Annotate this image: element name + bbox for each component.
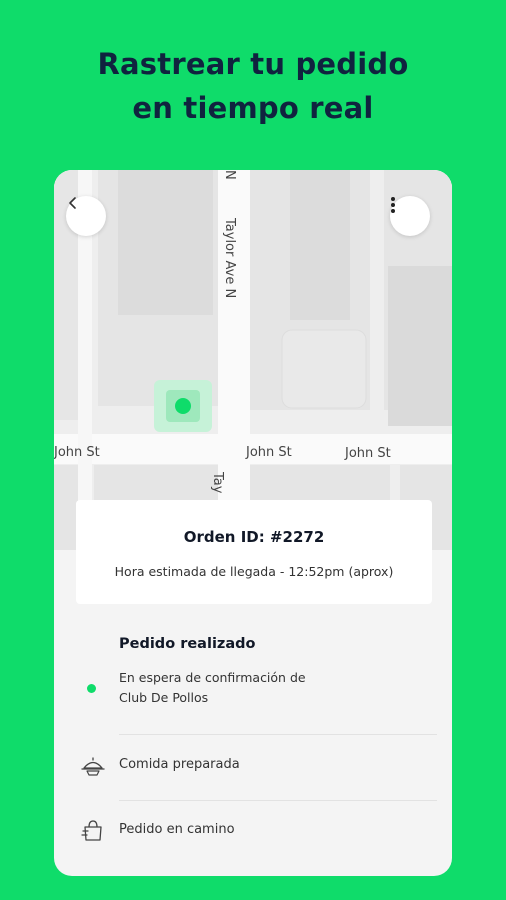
status-current-title: Pedido realizado [119,636,256,652]
status-step-on-the-way: Pedido en camino [54,811,452,851]
more-options-button[interactable] [390,196,430,236]
headline-line-1: Rastrear tu pedido [97,47,409,81]
headline-line-2: en tiempo real [132,91,374,125]
status-desc-line-1: En espera de confirmación de [119,670,306,685]
map-view[interactable]: John St John St John St Taylor Ave N N T… [54,170,452,550]
block [54,465,78,550]
street-label-taylor: Taylor Ave N [222,217,237,298]
street-label-john-1: John St [54,445,100,460]
street-label-taylor-bottom: Tay [210,471,225,494]
street-label-john-3: John St [344,446,391,461]
headline: Rastrear tu pedido en tiempo real [0,42,506,130]
building [388,266,452,426]
status-current-description: En espera de confirmación de Club De Pol… [119,668,349,708]
order-card: Orden ID: #2272 Hora estimada de llegada… [76,500,432,604]
status-step-preparing-label: Comida preparada [119,757,240,772]
back-button[interactable] [66,196,106,236]
park [281,329,367,409]
street-label-john-2: John St [245,445,292,460]
divider [119,734,437,735]
building [290,170,350,320]
location-marker[interactable] [175,398,191,414]
building [118,170,213,315]
status-desc-line-2: Club De Pollos [119,690,209,705]
status-dot-icon [87,684,96,693]
street-label-taylor-top: N [222,170,237,180]
divider [119,800,437,801]
phone-screen: John St John St John St Taylor Ave N N T… [54,170,452,876]
estimated-arrival: Hora estimada de llegada - 12:52pm (apro… [114,564,394,579]
status-step-preparing: Comida preparada [54,746,452,786]
order-id: Orden ID: #2272 [183,528,325,546]
food-tray-icon [80,754,106,778]
shopping-bag-icon [80,819,106,843]
status-step-on-the-way-label: Pedido en camino [119,822,235,837]
